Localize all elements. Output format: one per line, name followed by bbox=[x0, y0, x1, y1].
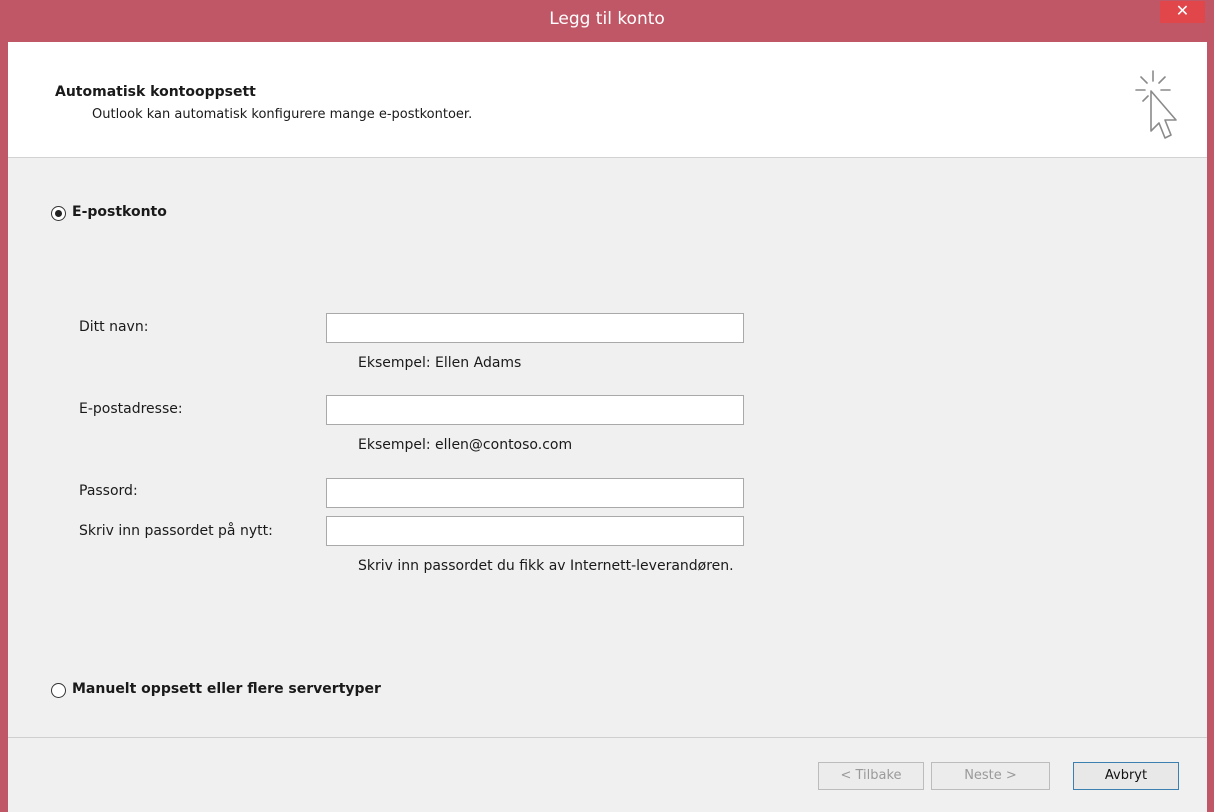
window-title: Legg til konto bbox=[549, 9, 665, 29]
cursor-sparkle-icon bbox=[1133, 69, 1179, 155]
manual-setup-label[interactable]: Manuelt oppsett eller flere servertyper bbox=[72, 681, 381, 697]
footer-separator bbox=[8, 737, 1207, 738]
close-icon: ✕ bbox=[1175, 1, 1190, 20]
email-hint: Eksempel: ellen@contoso.com bbox=[358, 437, 573, 453]
email-label: E-postadresse: bbox=[79, 401, 183, 417]
name-hint: Eksempel: Ellen Adams bbox=[358, 355, 522, 371]
next-button[interactable]: Neste > bbox=[931, 762, 1050, 790]
password-input[interactable] bbox=[326, 478, 744, 508]
header-subtitle: Outlook kan automatisk konfigurere mange… bbox=[92, 107, 473, 122]
password-repeat-input[interactable] bbox=[326, 516, 744, 546]
close-button[interactable]: ✕ bbox=[1160, 1, 1205, 23]
name-label: Ditt navn: bbox=[79, 319, 149, 335]
title-bar[interactable]: Legg til konto ✕ bbox=[0, 0, 1214, 42]
back-button[interactable]: < Tilbake bbox=[818, 762, 924, 790]
email-account-radio[interactable] bbox=[51, 206, 66, 221]
password-repeat-label: Skriv inn passordet på nytt: bbox=[79, 523, 273, 539]
password-hint: Skriv inn passordet du fikk av Internett… bbox=[358, 558, 734, 574]
email-account-label[interactable]: E-postkonto bbox=[72, 204, 167, 220]
dialog-header: Automatisk kontooppsett Outlook kan auto… bbox=[8, 42, 1207, 158]
name-input[interactable] bbox=[326, 313, 744, 343]
add-account-dialog: Legg til konto ✕ Automatisk kontooppsett… bbox=[0, 0, 1214, 812]
cancel-button[interactable]: Avbryt bbox=[1073, 762, 1179, 790]
manual-setup-radio[interactable] bbox=[51, 683, 66, 698]
password-label: Passord: bbox=[79, 483, 138, 499]
header-title: Automatisk kontooppsett bbox=[55, 84, 256, 100]
email-input[interactable] bbox=[326, 395, 744, 425]
dialog-body: Automatisk kontooppsett Outlook kan auto… bbox=[8, 42, 1207, 812]
